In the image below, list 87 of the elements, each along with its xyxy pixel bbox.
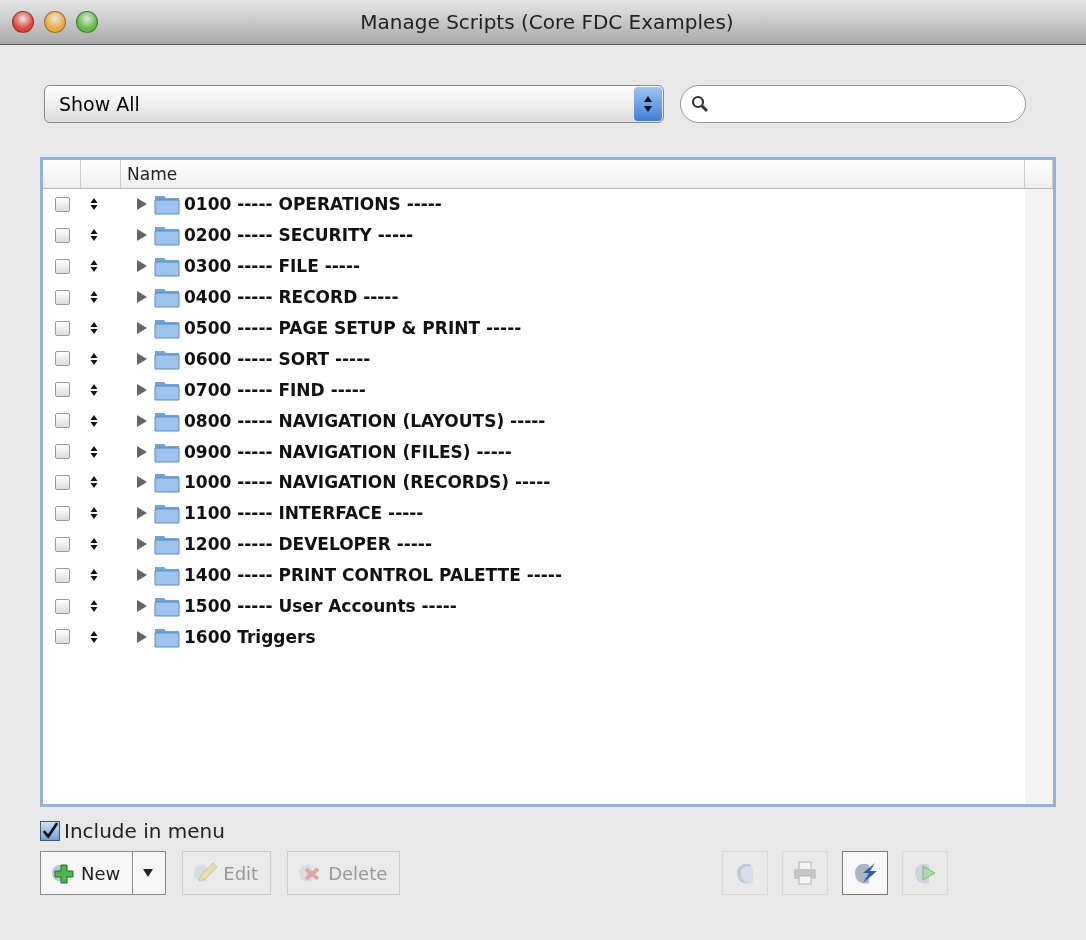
- script-folder-name[interactable]: 0700 ----- FIND -----: [184, 379, 366, 400]
- include-in-menu-checkbox[interactable]: Include in menu: [40, 819, 1056, 843]
- script-folder-name[interactable]: 0800 ----- NAVIGATION (LAYOUTS) -----: [184, 410, 546, 431]
- reorder-handle-icon[interactable]: [90, 444, 98, 459]
- disclosure-triangle-icon[interactable]: [136, 351, 148, 366]
- folder-icon: [154, 255, 180, 278]
- folder-icon: [154, 533, 180, 556]
- row-checkbox[interactable]: [55, 196, 70, 212]
- filter-dropdown[interactable]: Show All: [44, 85, 664, 123]
- row-checkbox[interactable]: [55, 413, 70, 429]
- script-folder-name[interactable]: 1100 ----- INTERFACE -----: [184, 503, 424, 524]
- reorder-handle-icon[interactable]: [90, 321, 98, 335]
- close-button[interactable]: [12, 11, 34, 33]
- folder-icon: [154, 317, 180, 339]
- row-checkbox[interactable]: [55, 444, 70, 460]
- reorder-handle-icon[interactable]: [90, 413, 98, 428]
- window-title: Manage Scripts (Core FDC Examples): [359, 10, 735, 34]
- script-folder-name[interactable]: 0300 ----- FILE -----: [184, 256, 360, 277]
- folder-icon: [154, 471, 180, 494]
- disclosure-triangle-icon[interactable]: [136, 506, 148, 521]
- reorder-handle-icon[interactable]: [90, 568, 98, 583]
- row-checkbox[interactable]: [55, 505, 70, 521]
- reorder-handle-icon[interactable]: [90, 629, 98, 644]
- checkbox[interactable]: [40, 821, 60, 841]
- disclosure-triangle-icon[interactable]: [136, 290, 148, 305]
- disclosure-triangle-icon[interactable]: [136, 475, 148, 490]
- disclosure-triangle-icon[interactable]: [136, 197, 148, 212]
- reorder-handle-icon[interactable]: [90, 228, 98, 243]
- folder-icon: [154, 286, 180, 309]
- search-field[interactable]: [680, 85, 1026, 123]
- new-button[interactable]: New: [40, 851, 167, 895]
- disclosure-triangle-icon[interactable]: [136, 444, 148, 459]
- script-folder-name[interactable]: 0200 ----- SECURITY -----: [184, 225, 414, 246]
- script-folder-name[interactable]: 1500 ----- User Accounts -----: [184, 596, 457, 616]
- disclosure-triangle-icon[interactable]: [136, 259, 148, 274]
- row-checkbox[interactable]: [55, 351, 70, 367]
- import-button[interactable]: [842, 851, 888, 895]
- reorder-handle-icon[interactable]: [90, 382, 98, 397]
- search-icon: [691, 95, 709, 113]
- script-folder-name[interactable]: 0100 ----- OPERATIONS -----: [184, 194, 442, 215]
- reorder-handle-icon[interactable]: [90, 290, 98, 305]
- script-folder-name[interactable]: 0600 ----- SORT -----: [184, 348, 371, 369]
- caret-icon: [143, 869, 154, 877]
- reorder-handle-icon[interactable]: [90, 475, 98, 490]
- script-folder-name[interactable]: 1200 ----- DEVELOPER -----: [184, 534, 432, 555]
- disclosure-triangle-icon[interactable]: [136, 568, 148, 583]
- reorder-handle-icon[interactable]: [90, 259, 98, 274]
- folder-icon: [154, 595, 180, 617]
- row-checkbox[interactable]: [55, 382, 70, 398]
- reorder-handle-icon[interactable]: [90, 351, 98, 366]
- folder-icon: [154, 564, 180, 587]
- row-checkbox[interactable]: [55, 567, 70, 583]
- disclosure-triangle-icon[interactable]: [136, 599, 148, 613]
- row-checkbox[interactable]: [55, 536, 70, 552]
- script-folder-name[interactable]: 1400 ----- PRINT CONTROL PALETTE -----: [184, 565, 562, 586]
- script-folder-name[interactable]: 1000 ----- NAVIGATION (RECORDS) -----: [184, 472, 551, 493]
- disclosure-triangle-icon[interactable]: [136, 537, 148, 552]
- row-checkbox[interactable]: [55, 227, 70, 243]
- reorder-handle-icon[interactable]: [90, 197, 98, 212]
- disclosure-triangle-icon[interactable]: [136, 321, 148, 335]
- folder-icon: [154, 502, 180, 525]
- reorder-handle-icon[interactable]: [90, 599, 98, 613]
- print-icon: [791, 859, 819, 887]
- include-in-menu-label: Include in menu: [64, 819, 225, 843]
- row-checkbox[interactable]: [55, 320, 70, 336]
- row-checkbox[interactable]: [55, 629, 70, 645]
- row-checkbox[interactable]: [55, 258, 70, 274]
- disclosure-triangle-icon[interactable]: [136, 228, 148, 243]
- plus-icon: [49, 861, 75, 885]
- script-folder-name[interactable]: 0500 ----- PAGE SETUP & PRINT -----: [184, 318, 522, 338]
- row-checkbox[interactable]: [55, 598, 70, 614]
- folder-icon: [154, 193, 180, 216]
- script-folder-name[interactable]: 0900 ----- NAVIGATION (FILES) -----: [184, 441, 512, 462]
- disclosure-triangle-icon[interactable]: [136, 629, 148, 644]
- reorder-handle-icon[interactable]: [90, 537, 98, 552]
- script-folder-name[interactable]: 1600 Triggers: [184, 626, 316, 647]
- disclosure-triangle-icon[interactable]: [136, 382, 148, 397]
- row-checkbox[interactable]: [55, 289, 70, 305]
- zoom-button[interactable]: [76, 11, 98, 33]
- disclosure-triangle-icon[interactable]: [136, 413, 148, 428]
- script-folder-name[interactable]: 0400 ----- RECORD -----: [184, 287, 399, 308]
- pencil-icon: [191, 861, 218, 885]
- dropdown-arrows-icon: [643, 95, 653, 113]
- row-checkbox[interactable]: [55, 474, 70, 490]
- folder-icon: [154, 224, 180, 247]
- minimize-button[interactable]: [44, 11, 66, 33]
- reorder-handle-icon[interactable]: [90, 506, 98, 521]
